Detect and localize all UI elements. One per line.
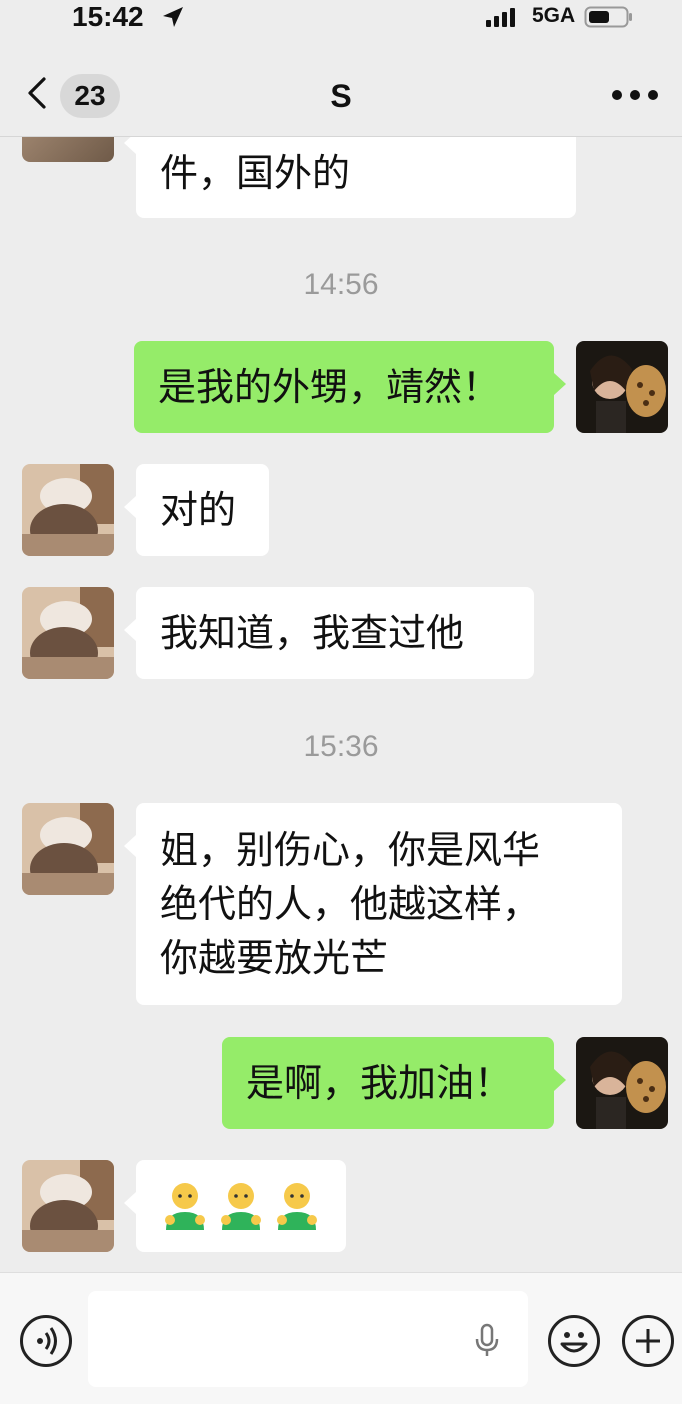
smiley-icon bbox=[560, 1332, 588, 1353]
self-avatar[interactable] bbox=[576, 341, 668, 433]
location-arrow-icon bbox=[163, 7, 183, 27]
person-emoji-icon bbox=[165, 1183, 205, 1230]
status-time: 15:42 bbox=[72, 1, 144, 32]
more-functions-button[interactable] bbox=[622, 1315, 674, 1367]
voice-mode-button[interactable] bbox=[20, 1315, 72, 1367]
status-bar: 15:42 5GA bbox=[0, 0, 682, 36]
plus-icon bbox=[636, 1329, 660, 1353]
contact-avatar[interactable] bbox=[22, 1160, 114, 1252]
contact-avatar[interactable] bbox=[22, 464, 114, 556]
outgoing-message-bubble[interactable]: 是我的外甥，靖然！ bbox=[134, 341, 566, 433]
emoji-button[interactable] bbox=[548, 1315, 600, 1367]
message-text: 我知道，我查过他 bbox=[160, 611, 465, 655]
timestamp: 14:56 bbox=[303, 268, 379, 301]
message-text: 是我的外甥，靖然！ bbox=[158, 365, 501, 409]
contact-avatar-image bbox=[22, 1160, 114, 1252]
timestamp: 15:36 bbox=[303, 730, 379, 763]
person-emoji-icon bbox=[277, 1183, 317, 1230]
self-avatar[interactable] bbox=[576, 1037, 668, 1129]
chat-title: S bbox=[330, 78, 352, 114]
incoming-message-bubble[interactable]: 姐，别伤心，你是风华 绝代的人，他越这样， 你越要放光芒 bbox=[124, 803, 622, 1005]
microphone-icon[interactable] bbox=[474, 1323, 500, 1357]
message-text: 件，国外的 bbox=[160, 151, 351, 195]
voice-wave-icon bbox=[37, 1327, 57, 1355]
message-text: 对的 bbox=[160, 488, 237, 532]
message-text-line: 姐，别伤心，你是风华 bbox=[160, 828, 541, 872]
message-text-line: 你越要放光芒 bbox=[160, 936, 389, 980]
cellular-signal-icon bbox=[486, 8, 515, 27]
person-emoji-icon bbox=[221, 1183, 261, 1230]
incoming-message-bubble[interactable]: 对的 bbox=[124, 464, 269, 556]
input-toolbar bbox=[0, 1272, 682, 1404]
self-avatar-image bbox=[576, 1037, 668, 1129]
message-text-line: 绝代的人，他越这样， bbox=[160, 882, 541, 926]
network-type: 5GA bbox=[532, 4, 576, 27]
contact-avatar[interactable] bbox=[22, 587, 114, 679]
more-options-icon[interactable] bbox=[612, 90, 658, 102]
message-list[interactable]: 件，国外的 14:56 是我的外甥，靖然！ 对的 我知道，我查过他 15:36 … bbox=[0, 0, 682, 1272]
incoming-message-bubble[interactable]: 我知道，我查过他 bbox=[124, 587, 534, 679]
contact-avatar-image bbox=[22, 464, 114, 556]
contact-avatar-image bbox=[22, 803, 114, 895]
contact-avatar[interactable] bbox=[22, 803, 114, 895]
contact-avatar-image bbox=[22, 587, 114, 679]
outgoing-message-bubble[interactable]: 是啊，我加油！ bbox=[222, 1037, 566, 1129]
chat-header: 23 S bbox=[0, 36, 682, 137]
battery-icon bbox=[584, 6, 632, 28]
message-input[interactable] bbox=[88, 1291, 528, 1387]
self-avatar-image bbox=[576, 341, 668, 433]
message-text: 是啊，我加油！ bbox=[246, 1061, 513, 1105]
